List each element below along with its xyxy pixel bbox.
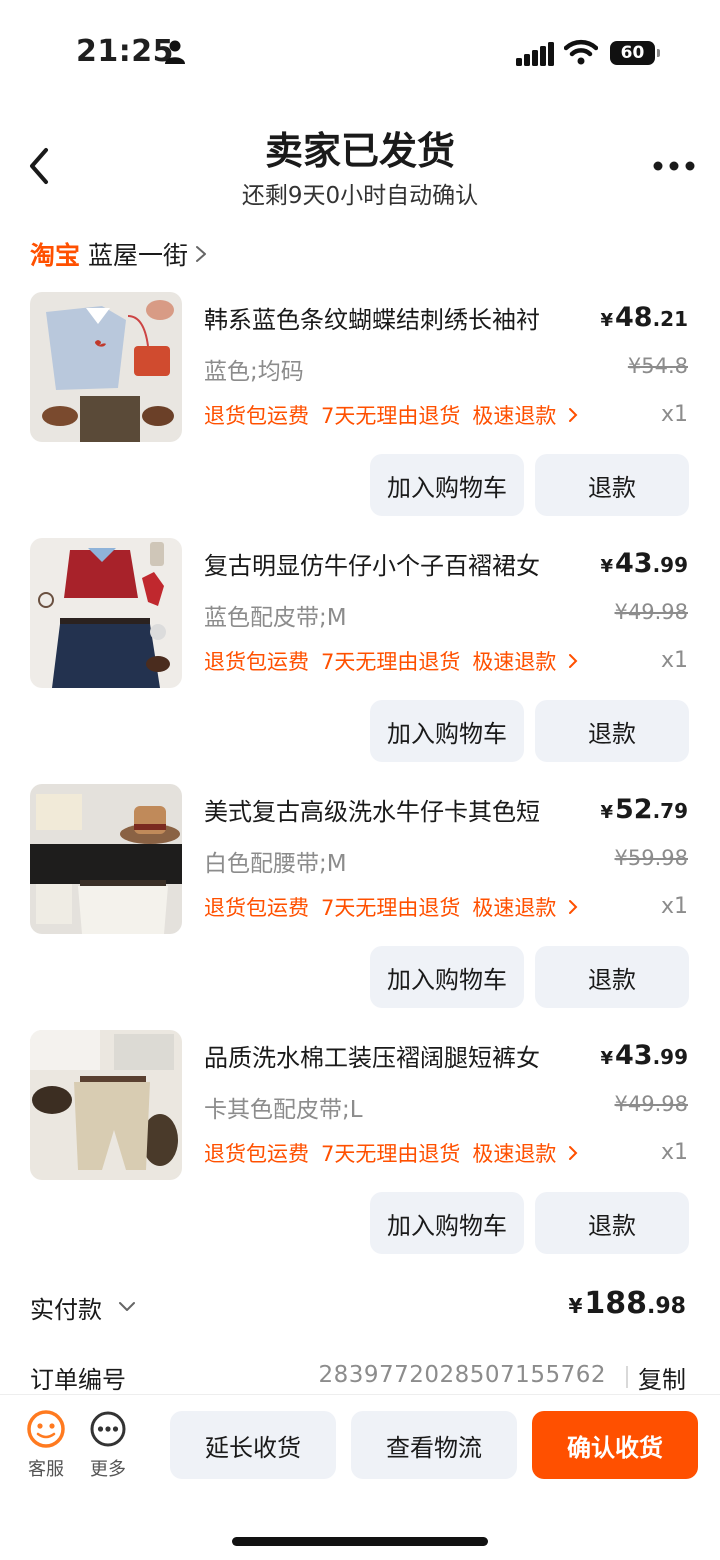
service-tags[interactable]: 退货包运费 7天无理由退货 极速退款 <box>204 400 578 430</box>
add-to-cart-button[interactable]: 加入购物车 <box>370 454 524 516</box>
product-variant: 蓝色;均码 <box>204 359 304 385</box>
order-number-value: 2839772028507155762 <box>318 1362 606 1388</box>
service-tags[interactable]: 退货包运费 7天无理由退货 极速退款 <box>204 892 578 922</box>
add-to-cart-button[interactable]: 加入购物车 <box>370 700 524 762</box>
refund-button[interactable]: 退款 <box>535 1192 689 1254</box>
refund-button[interactable]: 退款 <box>535 454 689 516</box>
service-tag: 7天无理由退货 <box>321 1142 461 1166</box>
home-indicator <box>232 1537 488 1546</box>
more-label: 更多 <box>90 1459 126 1480</box>
taobao-logo: 淘宝 <box>30 241 81 270</box>
divider <box>626 1366 628 1388</box>
more-button[interactable]: 更多 <box>86 1409 130 1481</box>
chevron-down-icon[interactable] <box>118 1300 136 1312</box>
add-to-cart-button[interactable]: 加入购物车 <box>370 946 524 1008</box>
chevron-right-icon <box>569 408 578 422</box>
service-tag: 极速退款 <box>472 650 557 674</box>
wifi-icon <box>564 39 598 65</box>
person-icon <box>165 40 185 64</box>
signal-icon <box>516 42 554 66</box>
service-tag: 极速退款 <box>472 404 557 428</box>
refund-button[interactable]: 退款 <box>535 700 689 762</box>
product-title[interactable]: 韩系蓝色条纹蝴蝶结刺绣长袖衬 <box>204 300 590 335</box>
extend-receipt-button[interactable]: 延长收货 <box>170 1411 336 1479</box>
actual-payment-label: 实付款 <box>30 1296 102 1324</box>
service-tag: 退货包运费 <box>204 404 309 428</box>
order-item: 韩系蓝色条纹蝴蝶结刺绣长袖衬 ¥48.21 蓝色;均码 ¥54.8 退货包运费 … <box>0 292 720 538</box>
view-logistics-button[interactable]: 查看物流 <box>351 1411 517 1479</box>
order-number-row: 订单编号 2839772028507155762 复制 <box>30 1358 690 1394</box>
product-title[interactable]: 品质洗水棉工装压褶阔腿短裤女 <box>204 1038 590 1073</box>
battery-indicator: 60 <box>610 41 660 65</box>
product-variant: 蓝色配皮带;M <box>204 605 347 631</box>
add-to-cart-button[interactable]: 加入购物车 <box>370 1192 524 1254</box>
service-tag: 退货包运费 <box>204 896 309 920</box>
product-thumbnail[interactable] <box>30 784 182 934</box>
product-price: ¥43.99 <box>600 548 688 579</box>
original-price: ¥49.98 <box>614 1092 688 1116</box>
customer-service-button[interactable]: 客服 <box>24 1409 68 1481</box>
original-price: ¥54.8 <box>627 354 688 378</box>
page-title: 卖家已发货 <box>264 129 455 173</box>
product-thumbnail[interactable] <box>30 1030 182 1180</box>
product-quantity: x1 <box>660 648 688 673</box>
status-time: 21:25 <box>76 34 174 69</box>
product-quantity: x1 <box>660 894 688 919</box>
service-tags[interactable]: 退货包运费 7天无理由退货 极速退款 <box>204 646 578 676</box>
product-variant: 白色配腰带;M <box>204 851 347 877</box>
product-price: ¥48.21 <box>600 302 688 333</box>
shop-name: 蓝屋一街 <box>88 241 189 270</box>
chevron-right-icon <box>196 246 207 262</box>
service-tag: 7天无理由退货 <box>321 404 461 428</box>
product-variant: 卡其色配皮带;L <box>204 1097 363 1123</box>
chevron-right-icon <box>569 654 578 668</box>
copy-order-number-button[interactable]: 复制 <box>638 1360 686 1395</box>
product-title[interactable]: 复古明显仿牛仔小个子百褶裙女 <box>204 546 590 581</box>
service-tag: 极速退款 <box>472 896 557 920</box>
service-tags[interactable]: 退货包运费 7天无理由退货 极速退款 <box>204 1138 578 1168</box>
original-price: ¥59.98 <box>614 846 688 870</box>
original-price: ¥49.98 <box>614 600 688 624</box>
service-tag: 退货包运费 <box>204 650 309 674</box>
service-tag: 退货包运费 <box>204 1142 309 1166</box>
product-quantity: x1 <box>660 402 688 427</box>
actual-payment-row[interactable]: 实付款 ¥188.98 <box>30 1286 690 1326</box>
customer-service-icon <box>27 1410 65 1448</box>
auto-confirm-countdown: 还剩9天0小时自动确认 <box>241 183 479 209</box>
service-tag: 7天无理由退货 <box>321 896 461 920</box>
service-tag: 极速退款 <box>472 1142 557 1166</box>
order-item: 复古明显仿牛仔小个子百褶裙女 ¥43.99 蓝色配皮带;M ¥49.98 退货包… <box>0 538 720 784</box>
order-item: 品质洗水棉工装压褶阔腿短裤女 ¥43.99 卡其色配皮带;L ¥49.98 退货… <box>0 1030 720 1276</box>
product-price: ¥43.99 <box>600 1040 688 1071</box>
product-price: ¥52.79 <box>600 794 688 825</box>
product-thumbnail[interactable] <box>30 292 182 442</box>
customer-service-label: 客服 <box>28 1459 64 1480</box>
bottom-action-bar: 客服 更多 延长收货 查看物流 确认收货 <box>0 1394 720 1560</box>
product-thumbnail[interactable] <box>30 538 182 688</box>
product-title[interactable]: 美式复古高级洗水牛仔卡其色短 <box>204 792 590 827</box>
service-tag: 7天无理由退货 <box>321 650 461 674</box>
actual-payment-amount: ¥188.98 <box>568 1286 686 1321</box>
refund-button[interactable]: 退款 <box>535 946 689 1008</box>
chevron-right-icon <box>569 1146 578 1160</box>
order-number-label: 订单编号 <box>30 1366 126 1394</box>
status-bar: 21:25 60 <box>0 0 720 100</box>
confirm-receipt-button[interactable]: 确认收货 <box>532 1411 698 1479</box>
more-icon <box>90 1411 126 1447</box>
more-options-icon[interactable] <box>652 154 696 178</box>
chevron-right-icon <box>569 900 578 914</box>
shop-link[interactable]: 淘宝 蓝屋一街 <box>30 236 208 272</box>
order-item: 美式复古高级洗水牛仔卡其色短 ¥52.79 白色配腰带;M ¥59.98 退货包… <box>0 784 720 1030</box>
battery-level: 60 <box>620 43 645 63</box>
product-quantity: x1 <box>660 1140 688 1165</box>
